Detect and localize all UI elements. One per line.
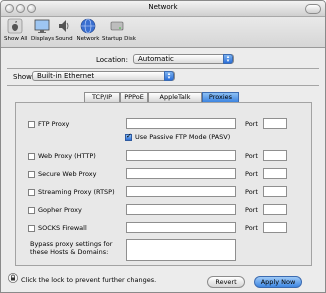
show-value: Built-in Ethernet <box>37 72 95 80</box>
ftp-proxy-label: FTP Proxy <box>38 120 70 128</box>
bypass-label-line1: Bypass proxy settings for <box>30 240 113 248</box>
divider <box>7 85 319 86</box>
web-proxy-checkbox[interactable] <box>28 153 35 160</box>
streaming-port-field[interactable] <box>263 186 287 197</box>
streaming-proxy-host-field[interactable] <box>126 186 236 197</box>
checkmark-icon: ✓ <box>126 132 132 140</box>
gopher-proxy-host-field[interactable] <box>126 204 236 215</box>
location-value: Automatic <box>138 55 174 63</box>
toolbar-label: Displays <box>31 36 55 42</box>
toolbar-sound[interactable]: Sound <box>54 18 74 42</box>
bypass-hosts-textarea[interactable] <box>126 239 236 261</box>
toolbar-label: Network <box>76 36 100 42</box>
window-title: Network <box>148 3 178 11</box>
title-bar: Network <box>1 1 325 17</box>
apple-grid-icon <box>7 18 23 34</box>
toolbar-displays[interactable]: Displays <box>31 18 55 42</box>
secure-web-proxy-host-field[interactable] <box>126 168 236 179</box>
socks-port-field[interactable] <box>263 222 287 233</box>
display-icon <box>34 19 50 33</box>
socks-firewall-host-field[interactable] <box>126 222 236 233</box>
secure-web-proxy-checkbox[interactable] <box>28 171 35 178</box>
globe-icon <box>80 18 96 34</box>
toolbar-toggle-button[interactable] <box>305 4 321 14</box>
network-preferences-window: Network Show All Displays Sound Network … <box>0 0 326 293</box>
web-proxy-host-field[interactable] <box>126 150 236 161</box>
secure-web-proxy-label: Secure Web Proxy <box>38 170 97 178</box>
bypass-label-line2: these Hosts & Domains: <box>30 248 109 256</box>
toolbar-label: Show All <box>4 36 28 42</box>
ftp-proxy-host-field[interactable] <box>126 118 236 129</box>
toolbar-label: Sound <box>55 36 73 42</box>
ftp-proxy-checkbox[interactable] <box>28 121 35 128</box>
streaming-proxy-checkbox[interactable] <box>28 189 35 196</box>
speaker-icon <box>59 20 69 32</box>
gopher-port-label: Port <box>245 206 258 214</box>
gopher-port-field[interactable] <box>263 204 287 215</box>
socks-firewall-checkbox[interactable] <box>28 225 35 232</box>
web-port-field[interactable] <box>263 150 287 161</box>
streaming-port-label: Port <box>245 188 258 196</box>
toolbar-network[interactable]: Network <box>75 18 101 42</box>
show-label: Show: <box>13 73 34 81</box>
toolbar-show-all[interactable]: Show All <box>4 18 28 42</box>
popup-arrows-icon: ▴ ▾ <box>164 71 174 81</box>
gopher-proxy-label: Gopher Proxy <box>38 206 82 214</box>
ftp-port-label: Port <box>245 120 258 128</box>
location-label: Location: <box>96 56 128 64</box>
divider <box>7 68 319 69</box>
lock-icon[interactable] <box>8 273 18 283</box>
lock-status-text: Click the lock to prevent further change… <box>21 276 157 284</box>
gopher-proxy-checkbox[interactable] <box>28 207 35 214</box>
socks-firewall-label: SOCKS Firewall <box>38 224 87 232</box>
popup-arrows-icon: ▴ ▾ <box>223 54 233 64</box>
web-port-label: Port <box>245 152 258 160</box>
toolbar-startup-disk[interactable]: Startup Disk <box>102 18 136 42</box>
web-proxy-label: Web Proxy (HTTP) <box>38 152 96 160</box>
apply-now-button[interactable]: Apply Now <box>254 276 302 288</box>
toolbar: Show All Displays Sound Network Startup … <box>1 17 325 48</box>
passive-ftp-label: Use Passive FTP Mode (PASV) <box>135 133 231 141</box>
disk-icon <box>110 21 124 31</box>
streaming-proxy-label: Streaming Proxy (RTSP) <box>38 188 115 196</box>
show-popup[interactable]: Built-in Ethernet ▴ ▾ <box>32 71 175 81</box>
revert-button[interactable]: Revert <box>207 276 245 288</box>
location-popup[interactable]: Automatic ▴ ▾ <box>133 54 234 64</box>
ftp-port-field[interactable] <box>263 118 287 129</box>
bypass-label: Bypass proxy settings for these Hosts & … <box>30 240 112 256</box>
passive-ftp-checkbox[interactable]: ✓ <box>125 132 132 141</box>
secure-port-field[interactable] <box>263 168 287 179</box>
secure-port-label: Port <box>245 170 258 178</box>
proxies-panel: FTP Proxy Port ✓ Use Passive FTP Mode (P… <box>15 102 312 266</box>
toolbar-label: Startup Disk <box>102 36 136 42</box>
socks-port-label: Port <box>245 224 258 232</box>
